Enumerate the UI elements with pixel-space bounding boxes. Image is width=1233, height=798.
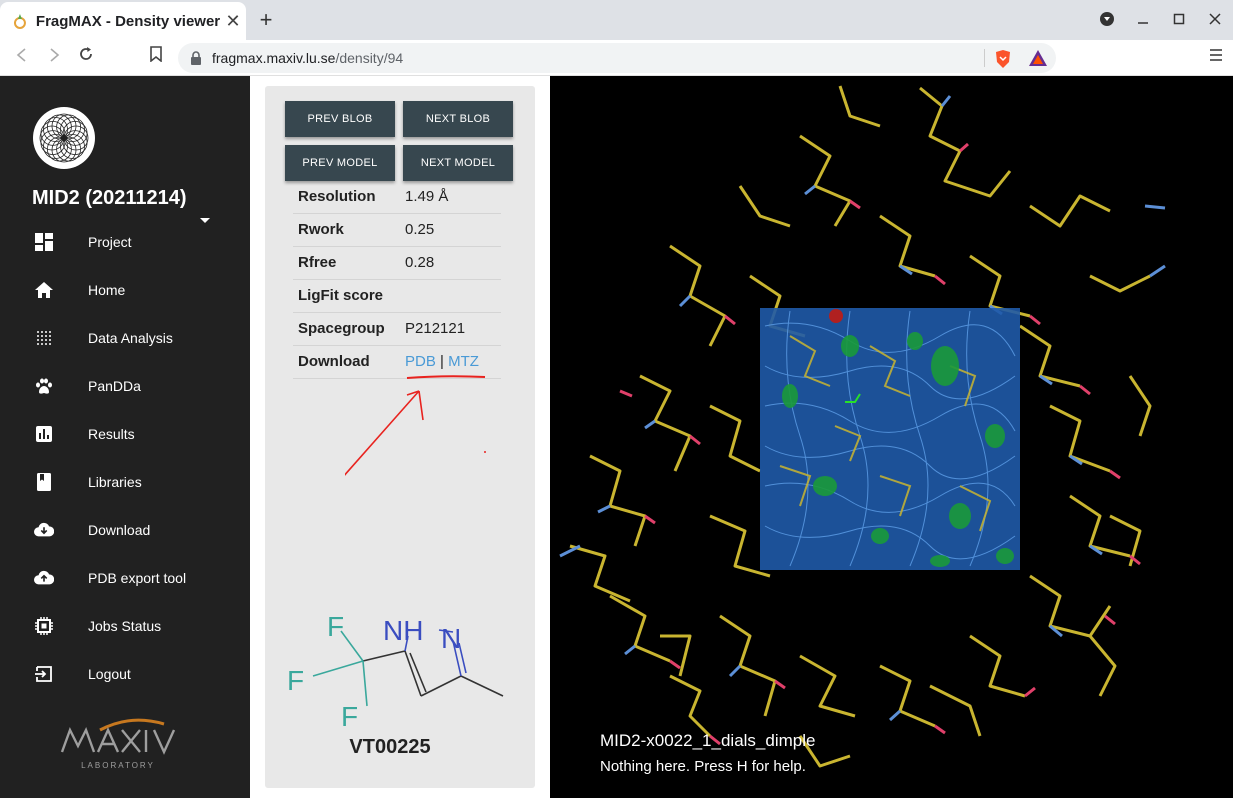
svg-text:NH: NH [383,615,423,646]
omnibox-divider [984,49,985,67]
maxiv-logo-icon: LABORATORY [60,718,176,770]
reload-icon[interactable] [74,46,98,70]
forward-icon[interactable] [42,46,66,70]
next-blob-button[interactable]: NEXT BLOB [403,101,513,137]
sidebar-item-pdb-export-tool[interactable]: PDB export tool [0,554,250,602]
svg-text:F: F [287,665,304,696]
sidebar-item-results[interactable]: Results [0,410,250,458]
book-icon [34,472,54,492]
sidebar-item-label: Logout [88,666,131,682]
sidebar-item-label: PDB export tool [88,570,187,586]
brave-rewards-icon[interactable] [1028,49,1048,67]
row-value [405,279,501,313]
cloud-upload-icon [34,568,54,588]
maximize-icon[interactable] [1161,12,1197,28]
next-model-button[interactable]: NEXT MODEL [403,145,513,181]
sidebar-item-label: Home [88,282,126,298]
bar-chart-icon [34,424,54,444]
cloud-download-icon [34,520,54,540]
row-value: 0.25 [405,213,501,247]
row-key: Resolution [293,180,405,214]
bookmark-icon[interactable] [144,46,168,70]
profile-menu-icon[interactable] [1089,11,1125,29]
sidebar-item-project[interactable]: Project [0,218,250,266]
tab-close-icon[interactable]: ✕ [220,11,246,32]
table-row: Resolution 1.49 Å [293,180,501,214]
browser-tab[interactable]: FragMAX - Density viewer ✕ [0,2,246,40]
red-annotation-arrow [345,375,486,476]
sidebar-item-pandda[interactable]: PanDDa [0,362,250,410]
sidebar-item-label: Project [88,234,132,250]
sidebar-item-data-analysis[interactable]: Data Analysis [0,314,250,362]
row-key: LigFit score [293,279,405,313]
chip-icon [34,616,54,636]
url-text[interactable]: fragmax.maxiv.lu.se/density/94 [212,50,403,66]
link-separator: | [440,353,444,370]
tab-title: FragMAX - Density viewer [35,12,221,30]
paw-icon [34,376,54,396]
pdb-download-link[interactable]: PDB [405,353,436,370]
model-info-table: Resolution 1.49 Å Rwork 0.25 Rfree 0.28 … [293,180,501,379]
table-row: Spacegroup P212121 [293,312,501,346]
sidebar-item-label: Results [88,426,135,442]
svg-text:F: F [341,701,358,726]
map-name-label: MID2-x0022_1_dials_dimple [600,731,816,750]
brave-shield-icon[interactable] [994,49,1012,69]
logout-icon [34,664,54,684]
address-bar[interactable]: fragmax.maxiv.lu.se/density/94 [178,43,1056,73]
sidebar-item-logout[interactable]: Logout [0,650,250,698]
sidebar-item-home[interactable]: Home [0,266,250,314]
mtz-download-link[interactable]: MTZ [448,353,479,370]
row-value: 0.28 [405,246,501,280]
browser-tabstrip: FragMAX - Density viewer ✕ + [0,0,1233,40]
sidebar-item-label: Download [88,522,151,538]
svg-text:LABORATORY: LABORATORY [81,761,155,770]
row-key: Spacegroup [293,312,405,346]
prev-blob-button[interactable]: PREV BLOB [285,101,395,137]
molecular-model-scene [559,85,1166,768]
row-key: Rwork [293,213,405,247]
svg-text:N: N [441,623,461,654]
dashboard-icon [34,232,54,252]
sidebar-item-libraries[interactable]: Libraries [0,458,250,506]
sidebar-item-label: Data Analysis [88,330,173,346]
close-window-icon[interactable] [1197,12,1233,28]
browser-menu-icon[interactable] [1209,46,1223,67]
sidebar-item-label: Jobs Status [88,618,162,634]
compound-id: VT00225 [349,736,431,758]
sidebar: MID2 (20211214) Project Home Data Analys… [0,76,250,798]
sidebar-item-jobs-status[interactable]: Jobs Status [0,602,250,650]
minimize-icon[interactable] [1125,12,1161,28]
sidebar-item-label: Libraries [88,474,142,490]
grid-dots-icon [34,328,54,348]
table-row: LigFit score [293,279,501,313]
back-icon[interactable] [10,46,34,70]
home-icon [34,280,54,300]
fragmax-logo-icon [33,107,95,169]
sidebar-item-label: PanDDa [88,378,141,394]
table-row: Rfree 0.28 [293,246,501,280]
project-title: MID2 (20211214) [32,187,187,209]
fragmax-favicon-icon [13,14,26,29]
info-panel-container: PREV BLOB NEXT BLOB PREV MODEL NEXT MODE… [250,76,550,798]
window-controls [1089,0,1233,40]
new-tab-button[interactable]: + [254,8,278,32]
ligand-structure-icon: F F F NH N [287,611,504,726]
row-key: Rfree [293,246,405,280]
density-viewer-canvas[interactable]: MID2-x0022_1_dials_dimple Nothing here. … [550,76,1233,798]
row-value: 1.49 Å [405,180,501,214]
svg-text:F: F [327,611,344,642]
browser-toolbar: fragmax.maxiv.lu.se/density/94 [0,40,1233,76]
prev-model-button[interactable]: PREV MODEL [285,145,395,181]
row-value: P212121 [405,312,501,346]
sidebar-item-download[interactable]: Download [0,506,250,554]
table-row: Rwork 0.25 [293,213,501,247]
viewer-help-text: Nothing here. Press H for help. [600,758,806,775]
lock-icon [191,51,201,65]
info-panel: PREV BLOB NEXT BLOB PREV MODEL NEXT MODE… [265,86,535,788]
